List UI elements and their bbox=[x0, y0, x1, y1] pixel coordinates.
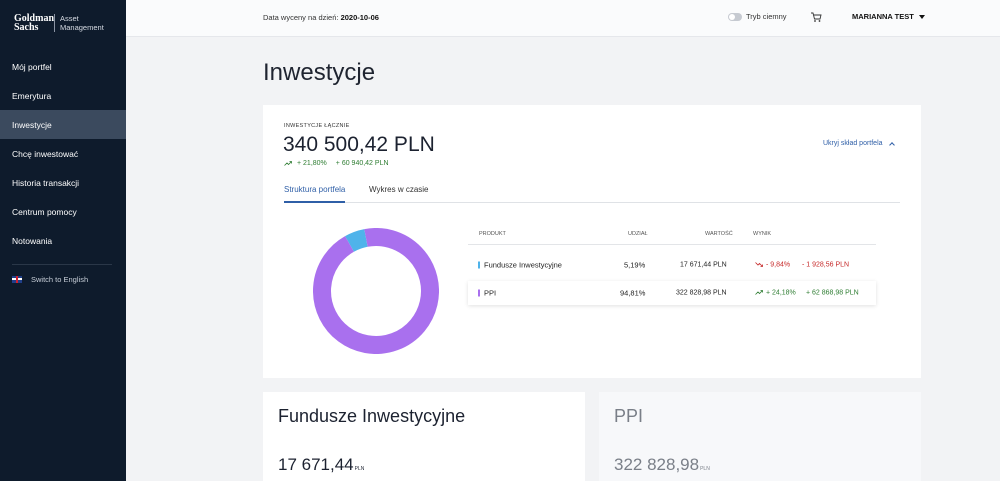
table-row-funds[interactable]: Fundusze Inwestycyjne 5,19% 17 671,44 PL… bbox=[468, 253, 876, 277]
total-investments-value: 340 500,42 PLN bbox=[283, 133, 435, 156]
sidebar: Goldman Sachs Asset Management Mój portf… bbox=[0, 0, 126, 481]
row-product: Fundusze Inwestycyjne bbox=[484, 260, 562, 270]
portfolio-summary-card: INWESTYCJE ŁĄCZNIE 340 500,42 PLN + 21,8… bbox=[263, 105, 921, 378]
chevron-down-icon bbox=[918, 14, 925, 19]
sidebar-item-my-portfolio[interactable]: Mój portfel bbox=[0, 52, 126, 81]
logo[interactable]: Goldman Sachs Asset Management bbox=[0, 0, 126, 46]
ppi-color-marker bbox=[478, 289, 480, 297]
top-bar: Data wyceny na dzień: 2020-10-06 Tryb ci… bbox=[126, 0, 1000, 37]
sidebar-item-help-center[interactable]: Centrum pomocy bbox=[0, 197, 126, 226]
trend-up-icon bbox=[755, 290, 763, 295]
hide-portfolio-link[interactable]: Ukryj skład portfela bbox=[823, 140, 895, 148]
row-result-percent: - 9,84% bbox=[766, 261, 791, 269]
row-value: 322 828,98 PLN bbox=[676, 289, 727, 297]
funds-card[interactable]: Fundusze Inwestycyjne 17 671,44PLN bbox=[263, 392, 585, 481]
donut-slice-ppi bbox=[313, 228, 439, 354]
tab-portfolio-structure[interactable]: Struktura portfela bbox=[284, 185, 346, 203]
total-change-percent: + 21,80% bbox=[297, 160, 327, 167]
total-change-value: + 60 940,42 PLN bbox=[335, 160, 389, 167]
dark-mode-toggle[interactable]: Tryb ciemny bbox=[728, 12, 787, 21]
header-result: WYNIK bbox=[753, 231, 772, 237]
portfolio-table: PRODUKT UDZIAŁ WARTOŚĆ WYNIK Fundusze In… bbox=[468, 224, 876, 305]
header-product: PRODUKT bbox=[479, 231, 506, 237]
sidebar-item-investments[interactable]: Inwestycje bbox=[0, 110, 126, 139]
funds-card-title: Fundusze Inwestycyjne bbox=[278, 406, 466, 426]
row-value: 17 671,44 PLN bbox=[680, 261, 727, 269]
table-row-ppi[interactable]: PPI 94,81% 322 828,98 PLN + 24,18% + 62 … bbox=[468, 281, 876, 305]
logo-wordmark: Goldman Sachs bbox=[14, 13, 55, 33]
sidebar-item-transaction-history[interactable]: Historia transakcji bbox=[0, 168, 126, 197]
sidebar-item-want-to-invest[interactable]: Chcę inwestować bbox=[0, 139, 126, 168]
donut-slice-fundusze-inwestycyjne bbox=[345, 229, 368, 252]
ppi-card-value: 322 828,98PLN bbox=[614, 455, 710, 474]
chevron-up-icon bbox=[888, 141, 895, 148]
ppi-card-title: PPI bbox=[614, 406, 644, 426]
logo-divider bbox=[54, 14, 55, 32]
tab-chart-over-time[interactable]: Wykres w czasie bbox=[369, 185, 429, 201]
funds-color-marker bbox=[478, 261, 480, 269]
row-result-value: - 1 928,56 PLN bbox=[802, 261, 850, 269]
row-share: 94,81% bbox=[620, 288, 646, 298]
row-share: 5,19% bbox=[624, 260, 646, 270]
table-header: PRODUKT UDZIAŁ WARTOŚĆ WYNIK bbox=[468, 224, 876, 245]
page-title: Inwestycje bbox=[263, 59, 376, 86]
header-value: WARTOŚĆ bbox=[705, 231, 733, 237]
portfolio-tabs: Struktura portfela Wykres w czasie bbox=[284, 180, 900, 203]
uk-flag-icon bbox=[12, 275, 22, 283]
portfolio-donut-chart bbox=[313, 228, 439, 354]
trend-down-icon bbox=[755, 262, 763, 267]
switch-language-link[interactable]: Switch to English bbox=[0, 265, 126, 293]
sidebar-item-retirement[interactable]: Emerytura bbox=[0, 81, 126, 110]
row-product: PPI bbox=[484, 288, 497, 298]
logo-subtitle: Asset Management bbox=[60, 14, 104, 32]
total-change: + 21,80% + 60 940,42 PLN bbox=[284, 160, 398, 167]
toggle-switch-icon bbox=[728, 12, 742, 21]
row-result-value: + 62 868,98 PLN bbox=[806, 289, 859, 297]
trend-up-icon bbox=[284, 161, 292, 166]
funds-card-value: 17 671,44PLN bbox=[278, 455, 365, 474]
user-menu[interactable]: MARIANNA TEST bbox=[852, 12, 925, 21]
sidebar-nav: Mój portfel Emerytura Inwestycje Chcę in… bbox=[0, 52, 126, 255]
total-investments-label: INWESTYCJE ŁĄCZNIE bbox=[284, 123, 350, 129]
row-result-percent: + 24,18% bbox=[766, 289, 796, 297]
valuation-date: Data wyceny na dzień: 2020-10-06 bbox=[263, 13, 379, 22]
ppi-card[interactable]: PPI 322 828,98PLN bbox=[599, 392, 921, 481]
cart-icon[interactable] bbox=[810, 11, 822, 23]
sidebar-item-quotes[interactable]: Notowania bbox=[0, 226, 126, 255]
header-share: UDZIAŁ bbox=[628, 231, 648, 237]
